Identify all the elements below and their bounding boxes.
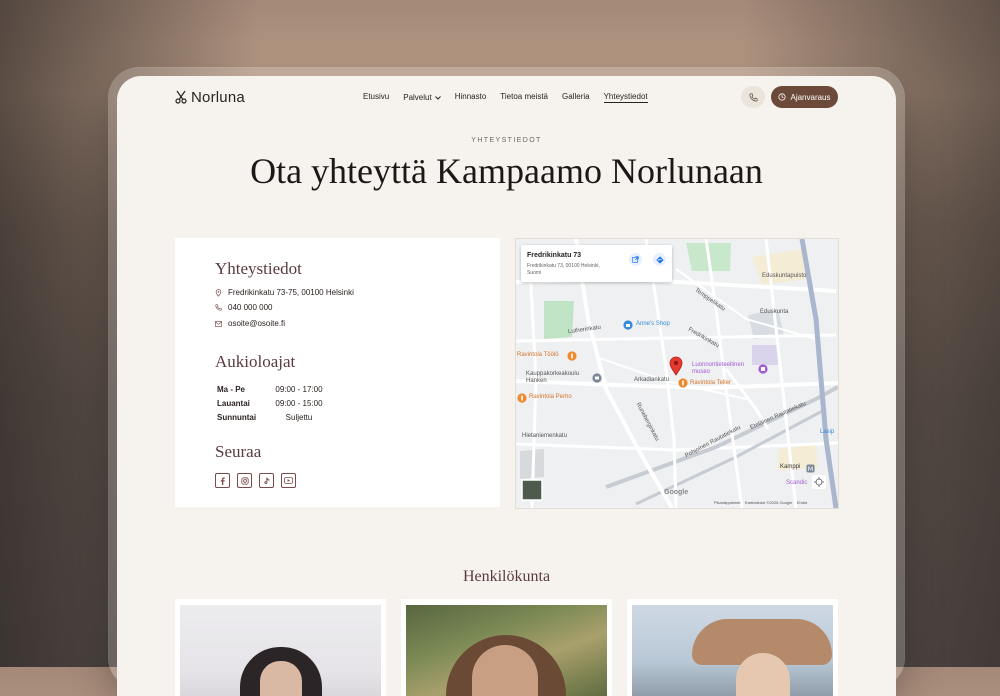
hours-row: Lauantai 09:00 - 15:00 xyxy=(217,396,327,410)
website-screen: Norluna Etusivu Palvelut Hinnasto Tietoa… xyxy=(117,76,896,696)
map-footer: Pikanäppäimet Karttatiedot ©2025 Google … xyxy=(714,500,807,505)
google-map[interactable]: M Anne's Shop Ravintola Töölö Kauppakork… xyxy=(515,238,839,509)
hours-time: 09:00 - 15:00 xyxy=(275,398,323,408)
chevron-down-icon xyxy=(434,95,441,100)
map-label-eduskuntapuisto: Eduskuntapuisto xyxy=(762,273,807,279)
phone-icon xyxy=(749,93,757,101)
nav-item-tietoa-meista[interactable]: Tietoa meistä xyxy=(500,92,548,103)
open-in-maps-button[interactable] xyxy=(629,253,642,266)
map-label-eduskunta: Eduskunta xyxy=(760,309,789,315)
hours-day: Lauantai xyxy=(217,398,250,408)
email-text: osoite@osoite.fi xyxy=(228,319,286,328)
hours-row: Sunnuntai Suljettu xyxy=(217,410,327,424)
map-place-address: Fredrikinkatu 73, 00100 Helsinki, Suomi xyxy=(527,263,600,276)
map-footer-shortcuts[interactable]: Pikanäppäimet xyxy=(714,500,740,505)
staff-card[interactable] xyxy=(175,599,386,696)
restaurant-marker-icon[interactable] xyxy=(567,351,577,361)
contact-heading: Yhteystiedot xyxy=(215,259,302,278)
map-place-title: Fredrikinkatu 73 xyxy=(527,252,582,259)
staff-card[interactable] xyxy=(627,599,838,696)
map-label-annes-shop: Anne's Shop xyxy=(636,321,670,327)
staff-photo xyxy=(180,605,381,696)
hours-day: Ma - Pe xyxy=(217,384,246,394)
map-label-kauppakorkeakoulu: Kauppakorkeakoulu Hanken xyxy=(526,371,580,384)
tiktok-link[interactable] xyxy=(259,473,274,488)
map-label-ravintola-perho: Ravintola Perho xyxy=(529,394,572,400)
shopping-bag-marker-icon[interactable] xyxy=(623,320,633,330)
hours-row: Ma - Pe 09:00 - 17:00 xyxy=(217,382,327,396)
map-footer-attribution: Karttatiedot ©2025 Google xyxy=(744,500,793,505)
map-place-card: Fredrikinkatu 73 Fredrikinkatu 73, 00100… xyxy=(521,245,672,282)
location-pin-marker-icon[interactable] xyxy=(669,356,683,376)
nav-item-etusivu[interactable]: Etusivu xyxy=(363,92,389,103)
map-footer-terms[interactable]: Ehdot xyxy=(797,500,807,505)
section-eyebrow: YHTEYSTIEDOT xyxy=(471,137,542,144)
map-label-museo: Luonnontieteellinen museo xyxy=(692,362,745,375)
directions-icon xyxy=(655,255,664,264)
hours-time: 09:00 - 17:00 xyxy=(275,384,323,394)
restaurant-marker-icon[interactable] xyxy=(517,393,527,403)
nav-item-galleria[interactable]: Galleria xyxy=(562,92,590,103)
address-row: Fredrikinkatu 73-75, 00100 Helsinki xyxy=(215,288,354,297)
svg-text:M: M xyxy=(808,466,813,473)
staff-heading: Henkilökunta xyxy=(462,568,551,585)
nav-item-palvelut-label: Palvelut xyxy=(403,93,432,102)
hours-day: Sunnuntai xyxy=(217,412,257,422)
map-label-lasipalatsi: Lasip xyxy=(820,429,835,435)
map-label-kamppi: Kamppi xyxy=(780,464,801,470)
staff-card[interactable] xyxy=(401,599,612,696)
instagram-link[interactable] xyxy=(237,473,252,488)
scissors-icon xyxy=(175,90,187,104)
main-nav: Etusivu Palvelut Hinnasto Tietoa meistä … xyxy=(363,92,648,103)
external-link-icon xyxy=(632,256,639,263)
mail-icon xyxy=(215,320,222,327)
crosshair-icon xyxy=(814,477,824,487)
follow-heading: Seuraa xyxy=(215,442,262,461)
opening-hours-table: Ma - Pe 09:00 - 17:00 Lauantai 09:00 - 1… xyxy=(217,382,327,424)
facebook-icon xyxy=(220,476,225,485)
phone-row[interactable]: 040 000 000 xyxy=(215,303,273,312)
hours-heading: Aukioloajat xyxy=(215,352,296,371)
map-recenter-button[interactable] xyxy=(812,475,826,489)
clock-icon xyxy=(778,93,787,101)
phone-icon xyxy=(215,304,222,311)
google-logo: Google xyxy=(664,489,689,496)
nav-item-hinnasto[interactable]: Hinnasto xyxy=(455,92,487,103)
instagram-icon xyxy=(240,476,249,485)
phone-button[interactable] xyxy=(741,86,765,108)
directions-button[interactable] xyxy=(653,253,666,266)
nav-item-palvelut[interactable]: Palvelut xyxy=(403,92,441,103)
map-label-arkadiankatu: Arkadiankatu xyxy=(634,377,670,383)
tiktok-icon xyxy=(263,477,270,484)
page-title: Ota yhteyttä Kampaamo Norlunaan xyxy=(250,151,763,191)
staff-photo xyxy=(632,605,833,696)
phone-text: 040 000 000 xyxy=(228,303,273,312)
youtube-icon xyxy=(284,477,293,484)
staff-photo xyxy=(406,605,607,696)
map-label-ravintola-teller: Ravintola Teller xyxy=(690,380,731,386)
booking-button-label: Ajanvaraus xyxy=(790,92,831,102)
facebook-link[interactable] xyxy=(215,473,230,488)
brand-logo[interactable]: Norluna xyxy=(175,88,245,106)
brand-name: Norluna xyxy=(191,88,245,106)
map-label-ravintola-toolo: Ravintola Töölö xyxy=(517,352,559,358)
booking-button[interactable]: Ajanvaraus xyxy=(771,86,838,108)
address-text: Fredrikinkatu 73-75, 00100 Helsinki xyxy=(228,288,354,297)
email-row[interactable]: osoite@osoite.fi xyxy=(215,319,285,328)
youtube-link[interactable] xyxy=(281,473,296,488)
contact-info-card: Yhteystiedot Fredrikinkatu 73-75, 00100 … xyxy=(175,238,500,507)
location-pin-icon xyxy=(215,288,222,297)
hours-time: Suljettu xyxy=(285,412,313,422)
metro-marker-icon[interactable]: M xyxy=(806,464,815,473)
restaurant-marker-icon[interactable] xyxy=(678,378,688,388)
map-label-scandic: Scandic xyxy=(786,480,808,486)
social-links xyxy=(215,473,296,488)
nav-item-yhteystiedot[interactable]: Yhteystiedot xyxy=(603,92,648,103)
map-label-hietaniemenkatu: Hietaniemenkatu xyxy=(522,433,568,439)
